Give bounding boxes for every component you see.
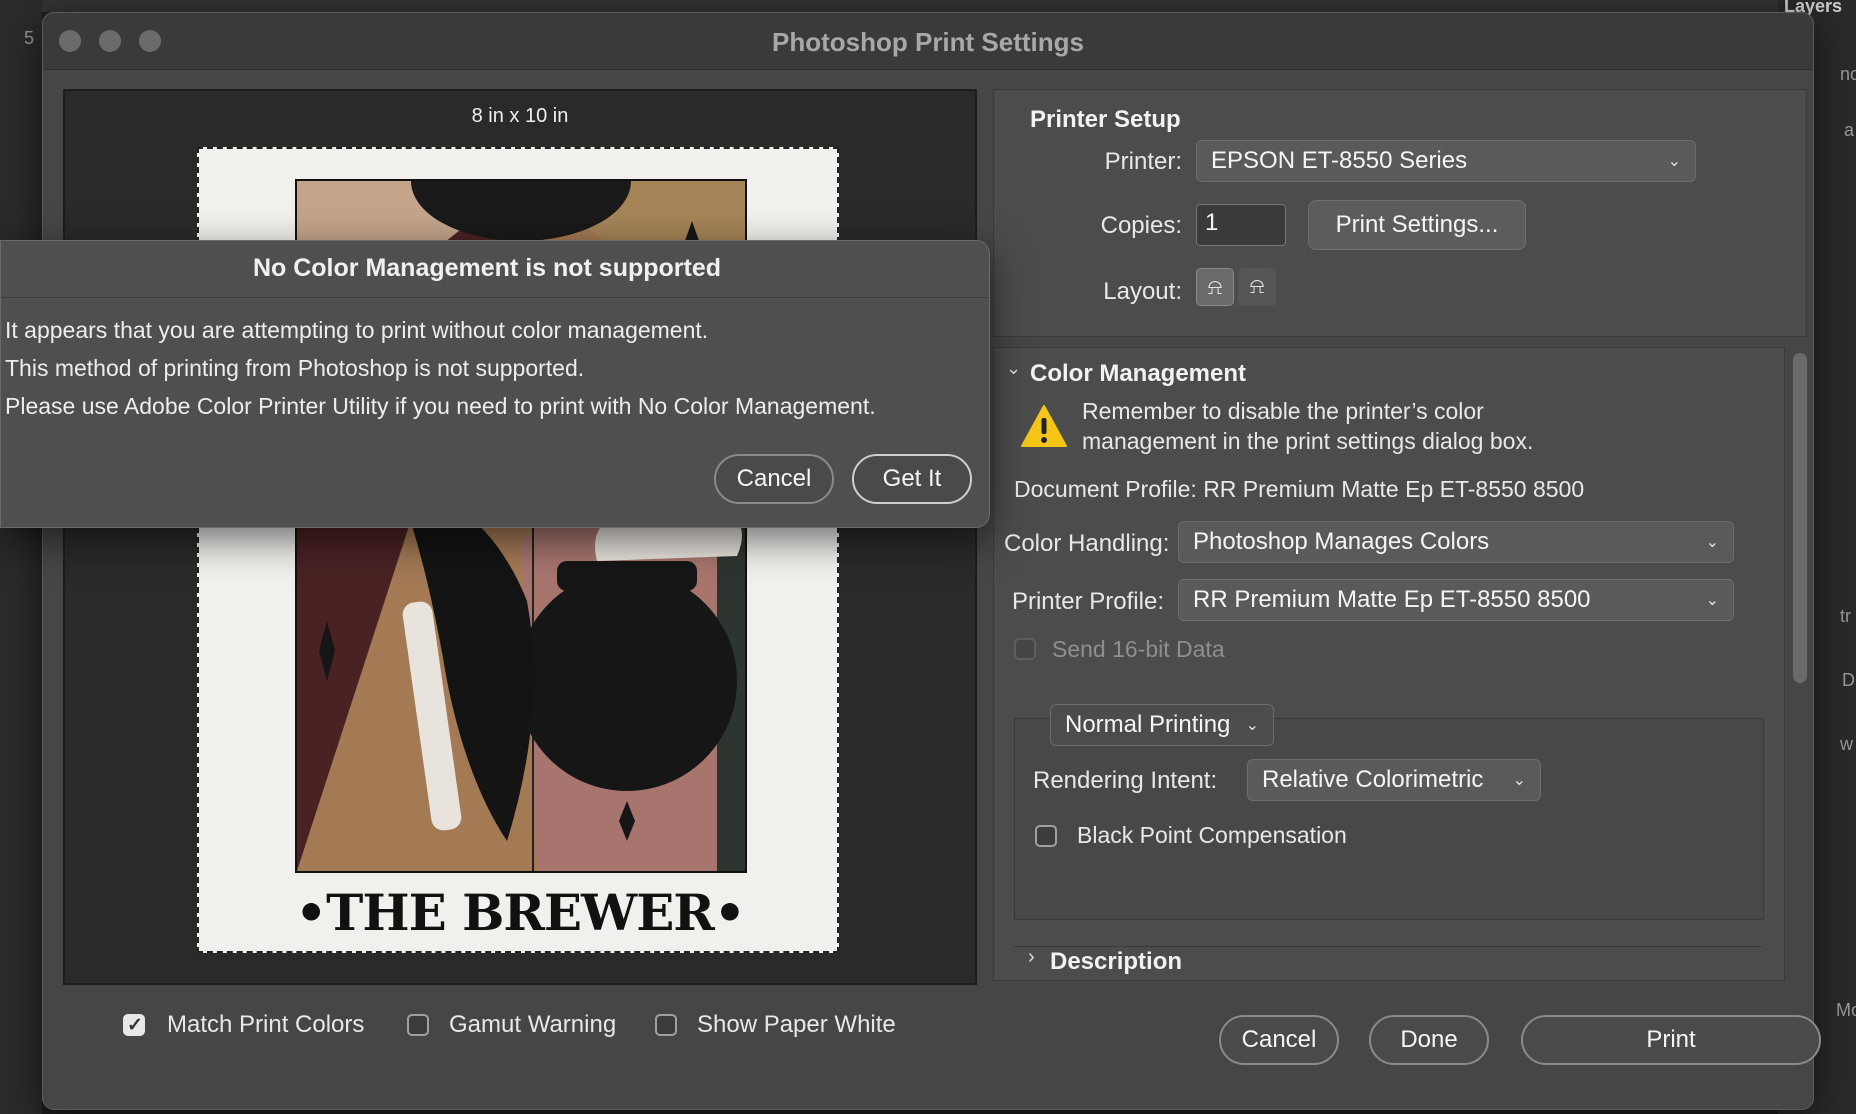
layout-label: Layout: xyxy=(1103,278,1182,305)
landscape-layout-icon[interactable]: ⍾ xyxy=(1238,268,1276,306)
section-divider xyxy=(1014,946,1762,947)
send-16-bit-checkbox[interactable] xyxy=(1014,638,1036,660)
printer-setup-section: Printer Setup Printer: EPSON ET-8550 Ser… xyxy=(993,89,1807,337)
chevron-down-icon: ⌄ xyxy=(1245,717,1259,734)
color-management-title[interactable]: Color Management xyxy=(1030,360,1246,388)
printer-label: Printer: xyxy=(1104,148,1182,175)
gamut-warning-checkbox[interactable] xyxy=(407,1014,429,1036)
printing-mode-select[interactable]: Normal Printing ⌄ xyxy=(1050,704,1274,746)
gamut-warning-label: Gamut Warning xyxy=(449,1011,617,1038)
rendering-intent-value: Relative Colorimetric xyxy=(1262,766,1484,793)
printer-profile-value: RR Premium Matte Ep ET-8550 8500 xyxy=(1193,586,1591,613)
warning-text-line2: management in the print settings dialog … xyxy=(1082,428,1534,454)
alert-message-line2: This method of printing from Photoshop i… xyxy=(5,355,585,381)
printer-select[interactable]: EPSON ET-8550 Series ⌄ xyxy=(1196,140,1696,182)
background-app-left-strip: 5 xyxy=(0,0,42,1114)
print-preview: 8 in x 10 in •THE BREWER• xyxy=(63,89,977,985)
color-management-section: ⌄ Color Management Remember to disable t… xyxy=(993,347,1785,981)
background-edge-letter: w xyxy=(1840,734,1853,754)
color-handling-value: Photoshop Manages Colors xyxy=(1193,528,1490,555)
background-edge-letter: a xyxy=(1844,120,1855,140)
chevron-down-icon[interactable]: ⌄ xyxy=(1006,358,1021,379)
color-handling-select[interactable]: Photoshop Manages Colors ⌄ xyxy=(1178,521,1734,563)
printer-select-value: EPSON ET-8550 Series xyxy=(1211,147,1468,174)
print-settings-window: Photoshop Print Settings 8 in x 10 in •T… xyxy=(42,12,1821,1110)
done-button[interactable]: Done xyxy=(1369,1015,1489,1065)
match-print-colors-label: Match Print Colors xyxy=(167,1011,365,1038)
show-paper-white-label: Show Paper White xyxy=(697,1011,896,1038)
warning-icon xyxy=(1021,405,1067,447)
black-point-compensation-label: Black Point Compensation xyxy=(1077,822,1347,848)
background-edge-letter: Mo xyxy=(1836,1000,1856,1020)
window-titlebar: Photoshop Print Settings xyxy=(43,13,1813,70)
chevron-right-icon[interactable]: › xyxy=(1028,946,1035,969)
printer-profile-select[interactable]: RR Premium Matte Ep ET-8550 8500 ⌄ xyxy=(1178,579,1734,621)
portrait-layout-icon[interactable]: ⍾ xyxy=(1196,268,1234,306)
warning-text-line1: Remember to disable the printer’s color xyxy=(1082,398,1484,424)
card-title-text: •THE BREWER• xyxy=(295,883,746,942)
rendering-options-box: Rendering Intent: Relative Colorimetric … xyxy=(1014,718,1764,920)
printer-setup-title: Printer Setup xyxy=(1030,106,1181,133)
match-print-colors-checkbox[interactable] xyxy=(123,1014,145,1037)
background-edge-letter: D xyxy=(1842,670,1855,690)
color-handling-label: Color Handling: xyxy=(1004,530,1170,557)
alert-cancel-button[interactable]: Cancel xyxy=(714,454,834,504)
background-app-bar xyxy=(0,0,1856,12)
color-panel-scrollbar[interactable] xyxy=(1793,353,1807,683)
background-edge-letter: nc xyxy=(1840,64,1856,84)
print-button[interactable]: Print xyxy=(1521,1015,1821,1065)
rendering-intent-select[interactable]: Relative Colorimetric ⌄ xyxy=(1247,759,1541,801)
chevron-down-icon: ⌄ xyxy=(1512,772,1526,789)
cancel-button[interactable]: Cancel xyxy=(1219,1015,1339,1065)
paper-size-label: 8 in x 10 in xyxy=(471,105,569,127)
rendering-intent-label: Rendering Intent: xyxy=(1033,767,1218,794)
show-paper-white-checkbox[interactable] xyxy=(655,1014,677,1036)
window-title: Photoshop Print Settings xyxy=(772,27,1084,57)
black-point-compensation-checkbox[interactable] xyxy=(1035,825,1057,847)
get-it-button[interactable]: Get It xyxy=(852,454,972,504)
chevron-down-icon: ⌄ xyxy=(1667,153,1681,170)
alert-title: No Color Management is not supported xyxy=(252,254,722,282)
send-16-bit-label: Send 16-bit Data xyxy=(1052,636,1225,662)
background-edge-letter: tr xyxy=(1840,606,1851,626)
printing-mode-value: Normal Printing xyxy=(1065,711,1231,738)
copies-input[interactable]: 1 xyxy=(1196,204,1286,246)
document-profile-text: Document Profile: RR Premium Matte Ep ET… xyxy=(1014,476,1585,502)
printer-profile-label: Printer Profile: xyxy=(1011,588,1164,615)
alert-header: No Color Management is not supported xyxy=(1,241,989,298)
description-title[interactable]: Description xyxy=(1050,948,1182,976)
alert-message-line1: It appears that you are attempting to pr… xyxy=(5,317,709,343)
chevron-down-icon: ⌄ xyxy=(1705,534,1719,551)
chevron-down-icon: ⌄ xyxy=(1705,592,1719,609)
alert-message-line3: Please use Adobe Color Printer Utility i… xyxy=(5,393,876,419)
no-color-management-alert: No Color Management is not supported It … xyxy=(0,240,990,528)
copies-label: Copies: xyxy=(1100,212,1182,239)
print-settings-button[interactable]: Print Settings... xyxy=(1308,200,1526,250)
background-tab-number: 5 xyxy=(24,28,35,48)
